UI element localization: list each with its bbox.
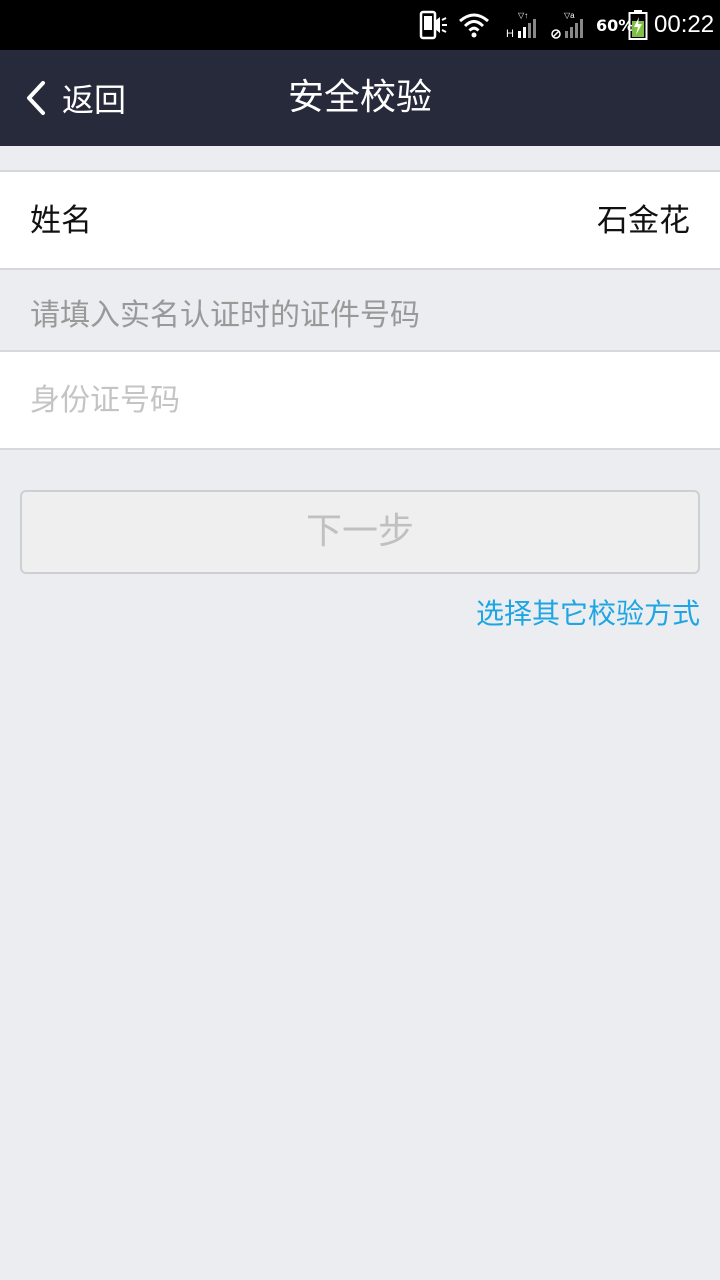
id-number-input[interactable] xyxy=(30,352,690,448)
svg-text:▽a: ▽a xyxy=(564,11,575,20)
name-value: 石金花 xyxy=(597,203,690,239)
status-bar: H ▽↑ ▽a 60% 00:22 xyxy=(0,0,720,50)
signal-no-sim-icon: ▽a xyxy=(550,0,588,50)
signal-h-icon: H ▽↑ xyxy=(506,0,542,50)
clock: 00:22 xyxy=(654,11,715,38)
name-row: 姓名 石金花 xyxy=(0,170,720,270)
phone-vibrate-icon xyxy=(418,0,448,50)
name-label: 姓名 xyxy=(30,203,92,239)
back-label: 返回 xyxy=(62,81,127,119)
svg-text:▽↑: ▽↑ xyxy=(518,11,528,20)
svg-text:H: H xyxy=(506,28,514,40)
wifi-icon xyxy=(458,0,490,50)
back-button[interactable]: 返回 xyxy=(24,50,126,146)
next-step-button[interactable]: 下一步 xyxy=(20,490,700,574)
id-number-row xyxy=(0,350,720,450)
other-verification-method-link[interactable]: 选择其它校验方式 xyxy=(476,594,700,634)
chevron-left-icon xyxy=(24,78,52,118)
nav-bar: 返回 安全校验 xyxy=(0,50,720,146)
battery-charging-icon xyxy=(628,0,648,50)
id-hint-text: 请填入实名认证时的证件号码 xyxy=(30,298,420,333)
